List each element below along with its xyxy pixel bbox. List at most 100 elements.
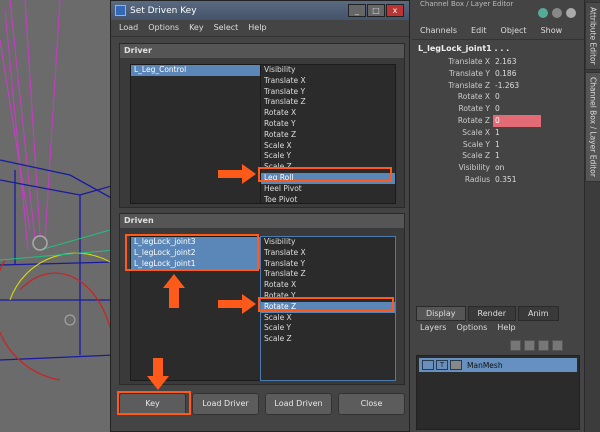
list-item[interactable]: Heel Pivot bbox=[261, 184, 395, 195]
driver-header: Driver bbox=[120, 44, 404, 58]
list-item[interactable]: Scale Y bbox=[261, 151, 395, 162]
layer-name[interactable]: ManMesh bbox=[467, 361, 503, 370]
list-item[interactable]: Rotate Y bbox=[261, 291, 395, 302]
list-item[interactable]: L_legLock_joint2 bbox=[131, 247, 265, 259]
tool-icon[interactable] bbox=[566, 8, 576, 18]
arrow-right-icon bbox=[218, 294, 256, 314]
channel-value[interactable]: on bbox=[493, 162, 541, 174]
list-item[interactable]: L_Leg_Control bbox=[131, 65, 261, 76]
list-item[interactable]: Scale X bbox=[261, 141, 395, 152]
channel-value[interactable]: 0.186 bbox=[493, 68, 541, 80]
channel-value[interactable]: 1 bbox=[493, 127, 541, 139]
tab-attribute-editor[interactable]: Attribute Editor bbox=[585, 2, 600, 70]
list-item[interactable]: Rotate Z bbox=[261, 130, 395, 141]
menu-show[interactable]: Show bbox=[541, 26, 563, 35]
layer-editor-menubar: Layers Options Help bbox=[420, 323, 516, 332]
channel-row: Scale Z1 bbox=[418, 150, 578, 162]
menu-object[interactable]: Object bbox=[501, 26, 527, 35]
layer-tool-icons bbox=[510, 340, 563, 351]
channel-value[interactable]: -1.263 bbox=[493, 80, 541, 92]
list-item[interactable]: Translate Z bbox=[261, 97, 395, 108]
list-item[interactable]: Toe Pivot bbox=[261, 195, 395, 203]
list-item[interactable]: Translate X bbox=[261, 248, 395, 259]
channel-label: Translate X bbox=[448, 57, 490, 66]
channel-value[interactable]: 0 bbox=[493, 103, 541, 115]
viewport-scene bbox=[0, 0, 115, 381]
new-layer-selected-icon[interactable] bbox=[552, 340, 563, 351]
channel-value[interactable]: 1 bbox=[493, 139, 541, 151]
list-item[interactable]: Rotate X bbox=[261, 280, 395, 291]
load-driver-button[interactable]: Load Driver bbox=[192, 393, 259, 415]
layer-list[interactable]: T ManMesh bbox=[416, 355, 580, 430]
channel-value[interactable]: 1 bbox=[493, 150, 541, 162]
template-toggle[interactable]: T bbox=[436, 360, 448, 370]
list-item[interactable]: Scale Y bbox=[261, 323, 395, 334]
channel-value[interactable]: 0 bbox=[493, 91, 541, 103]
list-item-rotate-z[interactable]: Rotate Z bbox=[261, 301, 395, 313]
menu-channels[interactable]: Channels bbox=[420, 26, 457, 35]
tab-attribute-editor-label: Attribute Editor bbox=[588, 7, 598, 65]
channel-label: Scale Y bbox=[462, 139, 490, 149]
tab-channel-box-label: Channel Box / Layer Editor bbox=[588, 77, 598, 177]
channel-label: Rotate X bbox=[457, 92, 490, 102]
settings-icon[interactable] bbox=[552, 8, 562, 18]
maya-window-icon bbox=[115, 5, 126, 16]
channel-row: Scale X1 bbox=[418, 127, 578, 139]
list-item[interactable]: Translate Z bbox=[261, 269, 395, 280]
move-layer-up-icon[interactable] bbox=[510, 340, 521, 351]
channel-row: Radius 0.351 bbox=[418, 174, 578, 186]
arrow-right-icon bbox=[218, 164, 256, 184]
visibility-toggle[interactable] bbox=[422, 360, 434, 370]
channel-value[interactable]: 0.351 bbox=[493, 174, 541, 186]
maximize-button[interactable]: □ bbox=[367, 4, 385, 17]
menu-edit[interactable]: Edit bbox=[471, 26, 487, 35]
menu-layer-help[interactable]: Help bbox=[497, 323, 515, 332]
arrow-up-icon bbox=[163, 274, 185, 308]
channel-box-menubar: Channels Edit Object Show bbox=[420, 26, 562, 35]
list-item[interactable]: Scale Z bbox=[261, 162, 395, 173]
move-layer-down-icon[interactable] bbox=[524, 340, 535, 351]
tab-display[interactable]: Display bbox=[416, 306, 466, 321]
channel-row: Translate X 2.163 bbox=[418, 56, 578, 68]
close-button[interactable]: Close bbox=[338, 393, 405, 415]
color-wheel-icon[interactable] bbox=[538, 8, 548, 18]
menu-layer-options[interactable]: Options bbox=[456, 323, 487, 332]
3d-viewport[interactable] bbox=[0, 0, 115, 432]
driver-attribute-list[interactable]: Visibility Translate X Translate Y Trans… bbox=[260, 64, 396, 204]
menu-options[interactable]: Options bbox=[148, 23, 179, 33]
list-item[interactable]: Visibility bbox=[261, 65, 395, 76]
selected-object-name: L_legLock_joint1 . . . bbox=[418, 44, 510, 53]
tab-channel-box[interactable]: Channel Box / Layer Editor bbox=[585, 72, 600, 182]
menu-load[interactable]: Load bbox=[119, 23, 138, 33]
minimize-button[interactable]: _ bbox=[348, 4, 366, 17]
channel-value-rotate-z[interactable]: 0 bbox=[493, 114, 541, 127]
list-item[interactable]: L_legLock_joint1 bbox=[131, 258, 265, 270]
layer-row[interactable]: T ManMesh bbox=[419, 358, 577, 372]
list-item[interactable]: Rotate Y bbox=[261, 119, 395, 130]
channel-box-header: Channel Box / Layer Editor Channels Edit… bbox=[412, 0, 584, 40]
list-item[interactable]: Translate Y bbox=[261, 259, 395, 270]
tab-render[interactable]: Render bbox=[467, 306, 516, 321]
menu-key[interactable]: Key bbox=[189, 23, 204, 33]
load-driven-button[interactable]: Load Driven bbox=[265, 393, 332, 415]
list-item[interactable]: Translate Y bbox=[261, 87, 395, 98]
layer-color-swatch[interactable] bbox=[450, 360, 462, 370]
channel-label: Translate Y bbox=[448, 68, 490, 78]
menu-layers[interactable]: Layers bbox=[420, 323, 446, 332]
menu-help[interactable]: Help bbox=[248, 23, 266, 33]
menu-select[interactable]: Select bbox=[214, 23, 239, 33]
list-item[interactable]: Translate X bbox=[261, 76, 395, 87]
tab-anim[interactable]: Anim bbox=[517, 306, 559, 321]
list-item-leg-roll[interactable]: Leg Roll bbox=[261, 172, 395, 184]
new-layer-icon[interactable] bbox=[538, 340, 549, 351]
list-item[interactable]: Scale X bbox=[261, 313, 395, 324]
driven-attribute-list[interactable]: Visibility Translate X Translate Y Trans… bbox=[260, 236, 396, 381]
channel-label: Scale X bbox=[462, 127, 490, 137]
key-button[interactable]: Key bbox=[119, 393, 186, 415]
list-item[interactable]: L_legLock_joint3 bbox=[131, 237, 265, 248]
channel-value[interactable]: 2.163 bbox=[493, 56, 541, 68]
list-item[interactable]: Visibility bbox=[261, 237, 395, 248]
close-window-button[interactable]: x bbox=[386, 4, 404, 17]
list-item[interactable]: Scale Z bbox=[261, 334, 395, 345]
list-item[interactable]: Rotate X bbox=[261, 108, 395, 119]
